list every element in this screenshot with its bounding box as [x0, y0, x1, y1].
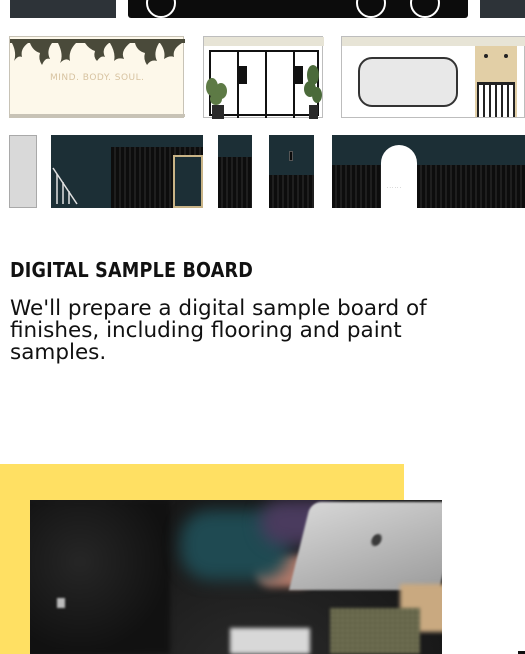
- floor-line: [10, 114, 185, 117]
- round-fixture-icon: [146, 0, 176, 18]
- wall-tagline: MIND. BODY. SOUL.: [50, 73, 145, 83]
- elevation-row-1: MIND. BODY. SOUL.: [0, 34, 525, 120]
- slatted-panel: [269, 175, 314, 208]
- elevation-panel-arched-door: · · · · · ·: [332, 135, 525, 208]
- elevation-panel-door: [173, 155, 203, 208]
- section-description: We'll prepare a digital sample board of …: [10, 296, 427, 365]
- top-panel-center: [128, 0, 468, 18]
- cabinet-knob-icon: [484, 54, 488, 58]
- hanging-plants-icon: [10, 39, 185, 65]
- elevation-panel-reception: [341, 36, 525, 118]
- slatted-panel: [332, 165, 525, 208]
- top-panel-right: [480, 0, 525, 18]
- photo-sample-terrazzo: [330, 608, 420, 654]
- top-drawing-strip: [0, 0, 525, 18]
- door-mullion: [265, 52, 267, 118]
- photo-laptop: [289, 502, 442, 590]
- stair-railing-icon: [52, 167, 78, 205]
- potted-plant-icon: [304, 65, 322, 119]
- wood-cabinet: [475, 46, 517, 117]
- cabinet-shelving: [477, 82, 515, 117]
- door-mullion: [237, 52, 239, 118]
- photo-paper: [230, 628, 310, 654]
- potted-plant-icon: [206, 78, 227, 119]
- arched-doorway: · · · · · ·: [381, 145, 417, 208]
- door-sign: · · · · · ·: [387, 185, 401, 190]
- photo-person-dark: [30, 500, 170, 654]
- door-mullion: [293, 52, 295, 118]
- elevation-panel-grey-wall: [9, 135, 37, 208]
- elevation-panel-plant-wall: MIND. BODY. SOUL.: [9, 36, 185, 118]
- switch-plate-icon: [289, 151, 293, 161]
- round-fixture-icon: [410, 0, 440, 18]
- ceiling-band: [204, 37, 324, 46]
- cabinet-knob-icon: [504, 54, 508, 58]
- section-title: DIGITAL SAMPLE BOARD: [10, 258, 254, 282]
- round-fixture-icon: [356, 0, 386, 18]
- laptop-logo-icon: [370, 534, 383, 546]
- rounded-mirror: [358, 57, 458, 107]
- elevation-panel-storefront: [203, 36, 324, 119]
- photo-badge: [57, 598, 65, 608]
- elevation-row-2: · · · · · ·: [0, 130, 525, 210]
- team-photo: [30, 500, 442, 654]
- door-handle: [239, 66, 247, 84]
- slatted-panel: [218, 157, 252, 208]
- elevation-panel-narrow-slats: [218, 135, 252, 208]
- elevation-panel-light-switch: [269, 135, 314, 208]
- top-panel-left: [10, 0, 116, 18]
- ceiling-band: [342, 37, 525, 46]
